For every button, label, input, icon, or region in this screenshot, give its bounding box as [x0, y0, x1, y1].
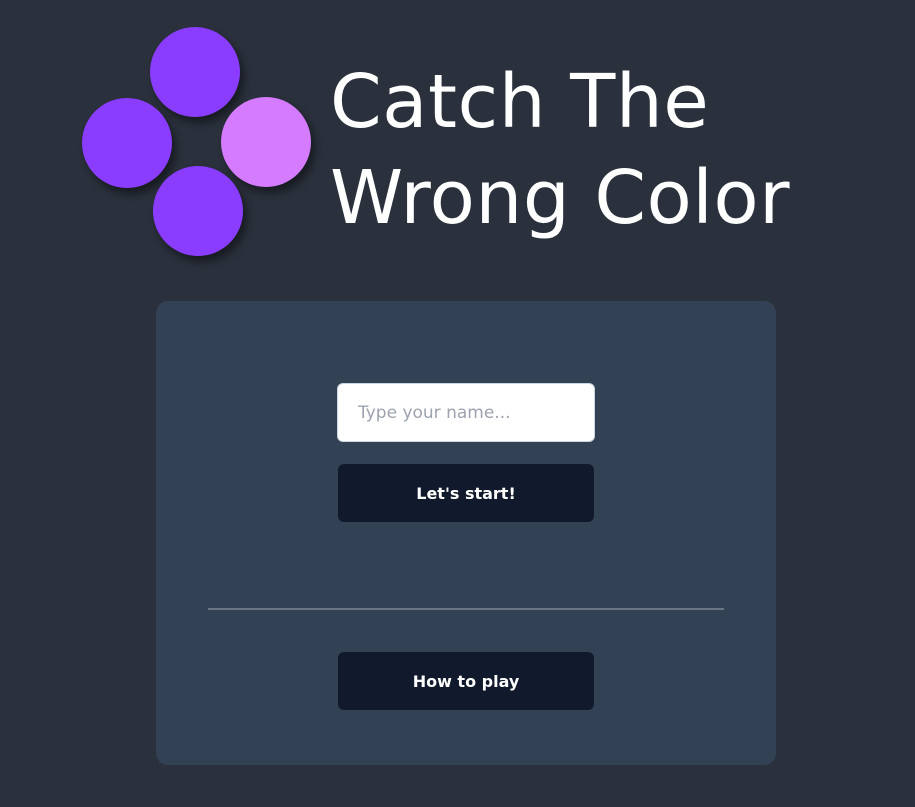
logo-dot-right: [221, 97, 311, 187]
start-card: Let's start! How to play: [156, 301, 776, 765]
start-button[interactable]: Let's start!: [338, 464, 594, 522]
page-title-line-2: Wrong Color: [330, 155, 791, 241]
logo-dot-left: [82, 98, 172, 188]
logo-dot-bottom: [153, 166, 243, 256]
page-title-line-1: Catch The: [330, 59, 710, 145]
how-to-play-button[interactable]: How to play: [338, 652, 594, 710]
logo-mark: [0, 0, 330, 280]
divider: [208, 608, 724, 610]
name-input[interactable]: [337, 383, 595, 442]
logo-dot-top: [150, 27, 240, 117]
page-title: Catch The Wrong Color: [330, 54, 890, 246]
